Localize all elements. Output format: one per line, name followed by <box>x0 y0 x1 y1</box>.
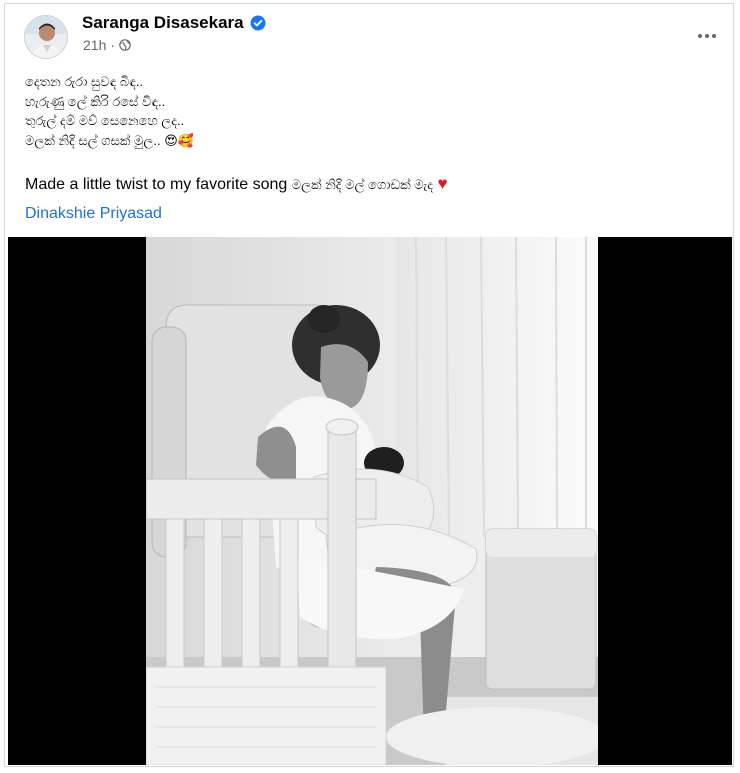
avatar-image <box>25 16 67 58</box>
lyric-text: හැරුණු ලේ කිරි රසේ විඳ.. <box>25 93 166 109</box>
lyric-text: දෙතන රුරා සුවඳ බිඳ.. <box>25 74 144 89</box>
more-dot <box>705 34 709 38</box>
nursery-photo <box>146 237 598 765</box>
post-photo[interactable] <box>8 237 732 765</box>
author-name[interactable]: Saranga Disasekara <box>82 13 244 33</box>
post-author: Saranga Disasekara <box>82 13 266 33</box>
verified-badge-icon <box>250 15 266 31</box>
more-options-icon <box>698 34 702 38</box>
lyric-line: හැරුණු ලේ කිරි රසේ විඳ.. <box>25 92 194 112</box>
caption-text: Made a little twist to my favorite song <box>25 176 288 193</box>
lyric-line: දෙතන රුරා සුවඳ බිඳ.. <box>25 72 194 92</box>
mention-link[interactable]: Dinakshie Priyasad <box>25 205 162 223</box>
lyric-emoji: 😍🥰 <box>164 132 194 148</box>
lyric-line: තුරුල් දම් මව් සෙනෙහෙ ලද.. <box>25 111 194 131</box>
more-dot <box>712 34 716 38</box>
globe-icon <box>119 39 131 51</box>
caption-sinhala: මලක් නිදි මල් ගොඩක් මැද <box>291 177 434 192</box>
post-caption: Made a little twist to my favorite song … <box>25 174 448 194</box>
post-lyrics: දෙතන රුරා සුවඳ බිඳ.. හැරුණු ලේ කිරි රසේ … <box>25 72 194 150</box>
more-options-button[interactable] <box>691 20 723 52</box>
post-meta: 21h · <box>83 37 131 53</box>
lyric-text: තුරුල් දම් මව් සෙනෙහෙ ලද.. <box>25 113 185 128</box>
meta-separator: · <box>110 37 116 53</box>
author-avatar[interactable] <box>24 15 68 59</box>
lyric-text: මලක් නිදි සල් ගසක් මුල.. <box>25 132 161 148</box>
lyric-line: මලක් නිදි සල් ගසක් මුල.. 😍🥰 <box>25 131 194 151</box>
heart-emoji: ♥ <box>437 174 448 193</box>
post-timestamp[interactable]: 21h <box>83 37 106 53</box>
